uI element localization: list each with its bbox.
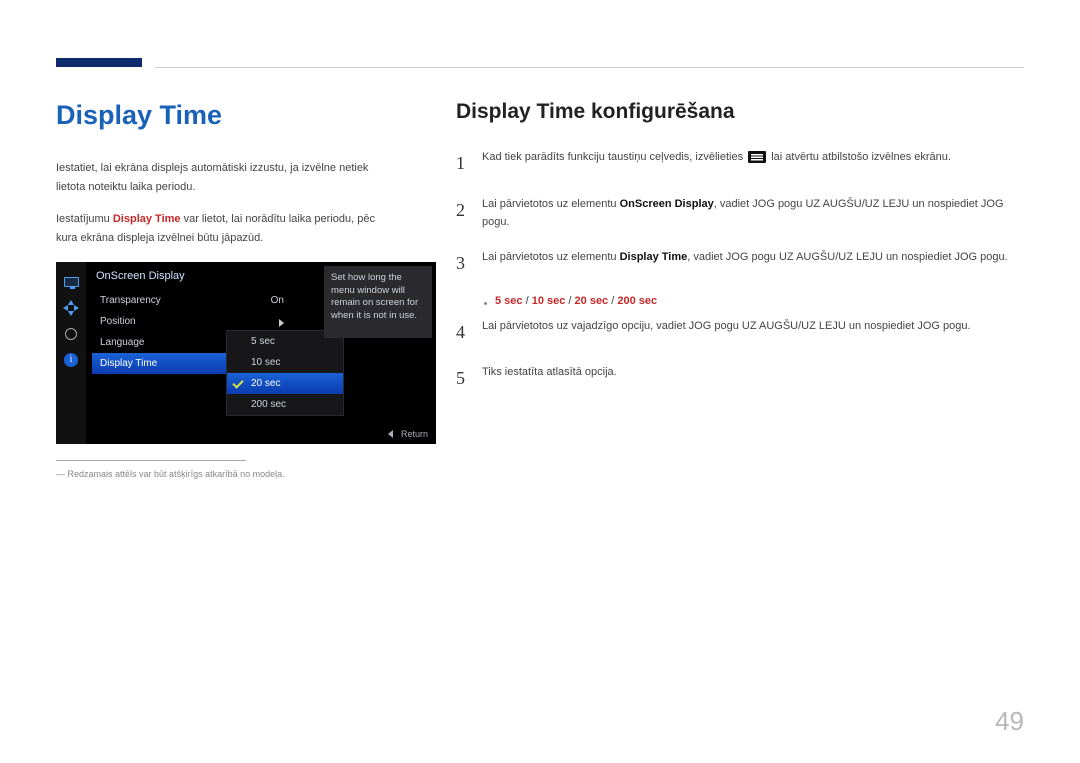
sep2: / [565,295,574,307]
menu-button-icon [748,151,766,163]
step2-pre: Lai pārvietotos uz elementu [482,198,620,210]
step-4: 4 Lai pārvietotos uz vajadzīgo opciju, v… [456,317,1024,348]
sep1: / [523,295,532,307]
page-title: Display Time [56,100,396,131]
opt-a: 5 sec [495,295,523,307]
step-num-2: 2 [456,195,470,232]
step4-body: Lai pārvietotos uz vajadzīgo opciju, vad… [482,317,1024,348]
intro-paragraph-2: Iestatījumu Display Time var lietot, lai… [56,210,396,247]
osd-description: Set how long the menu window will remain… [324,266,432,338]
step3-strong: Display Time [620,251,688,263]
bullet-icon [484,302,487,305]
osd-dropdown-item: 10 sec [227,352,343,373]
footnote: ― Redzamais attēls var būt atšķirīgs atk… [56,469,396,479]
step5-body: Tiks iestatīta atlasītā opcija. [482,363,1024,394]
step3-post: , vadiet JOG pogu UZ AUGŠU/UZ LEJU un no… [687,251,1007,263]
footnote-text: Redzamais attēls var būt atšķirīgs atkar… [68,469,285,479]
intro-paragraph-1: Iestatiet, lai ekrāna displejs automātis… [56,159,396,196]
osd-row-label: Display Time [100,358,157,369]
gear-icon [62,326,80,342]
triangle-left-icon [388,430,393,438]
sep3: / [608,295,617,307]
step-5: 5 Tiks iestatīta atlasītā opcija. [456,363,1024,394]
note-rule [56,460,246,461]
options-bullet: 5 sec / 10 sec / 20 sec / 200 sec [484,295,1024,307]
p2-strong: Display Time [113,213,181,225]
osd-dropdown: 5 sec10 sec20 sec200 sec [226,330,344,416]
info-icon: i [62,352,80,368]
section-subtitle: Display Time konfigurēšana [456,100,1024,124]
step-1: 1 Kad tiek parādīts funkciju taustiņu ce… [456,148,1024,179]
osd-return: Return [388,429,428,439]
step-2: 2 Lai pārvietotos uz elementu OnScreen D… [456,195,1024,232]
monitor-icon [62,274,80,290]
step-3: 3 Lai pārvietotos uz elementu Display Ti… [456,248,1024,279]
step3-pre: Lai pārvietotos uz elementu [482,251,620,263]
page-number: 49 [995,706,1024,737]
osd-sidebar-icons: i [56,262,86,444]
osd-row: Transparency On [92,290,292,311]
step1-pre: Kad tiek parādīts funkciju taustiņu ceļv… [482,151,746,163]
osd-dropdown-item: 20 sec [227,373,343,394]
osd-return-label: Return [401,429,428,439]
header-accent-bar [56,58,142,67]
osd-row: Position [92,311,292,332]
osd-row-label: Transparency [100,295,161,306]
opt-b: 10 sec [532,295,566,307]
osd-screenshot: i OnScreen Display TransparencyOnPositio… [56,262,436,444]
opt-c: 20 sec [575,295,609,307]
step1-post: lai atvērtu atbilstošo izvēlnes ekrānu. [771,151,951,163]
osd-row-label: Language [100,337,145,348]
header-rule [155,67,1024,68]
arrows-icon [62,300,80,316]
p2-pre: Iestatījumu [56,213,113,225]
opt-d: 200 sec [617,295,657,307]
step-num-4: 4 [456,317,470,348]
osd-row-value [279,319,284,327]
step2-strong: OnScreen Display [620,198,714,210]
osd-dropdown-item: 200 sec [227,394,343,415]
osd-row-label: Position [100,316,136,327]
step-num-3: 3 [456,248,470,279]
step-num-5: 5 [456,363,470,394]
step-num-1: 1 [456,148,470,179]
osd-row-value: On [271,295,284,306]
